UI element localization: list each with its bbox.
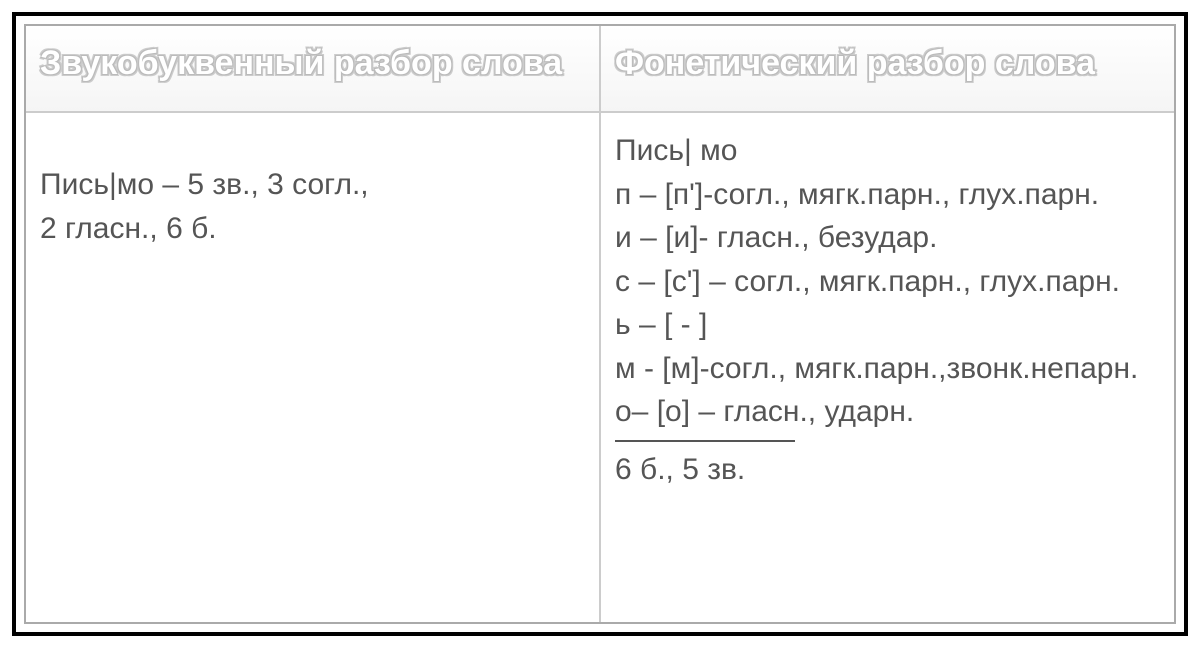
table-body-row: Пись|мо – 5 зв., 3 согл., 2 гласн., 6 б.… — [26, 113, 1174, 622]
header-left: Звукобуквенный разбор слова — [26, 26, 601, 111]
phonetic-line: п – [п']-согл., мягк.парн., глух.парн. — [615, 173, 1160, 217]
table-container: Звукобуквенный разбор слова Фонетический… — [24, 24, 1176, 624]
left-line-2: 2 гласн., 6 б. — [40, 207, 585, 251]
summary-line: 6 б., 5 зв. — [615, 448, 1160, 492]
phonetic-line: о– [о] – гласн., ударн. — [615, 390, 1160, 434]
table-header-row: Звукобуквенный разбор слова Фонетический… — [26, 26, 1174, 113]
outer-frame: Звукобуквенный разбор слова Фонетический… — [12, 12, 1188, 636]
word-syllables: Пись| мо — [615, 129, 1160, 173]
body-left: Пись|мо – 5 зв., 3 согл., 2 гласн., 6 б. — [26, 113, 601, 622]
phonetic-line: м - [м]-согл., мягк.парн.,звонк.непарн. — [615, 347, 1160, 391]
phonetic-line: с – [с'] – согл., мягк.парн., глух.парн. — [615, 260, 1160, 304]
body-right: Пись| мо п – [п']-согл., мягк.парн., глу… — [601, 113, 1174, 622]
header-right: Фонетический разбор слова — [601, 26, 1174, 111]
divider-line — [615, 440, 795, 442]
left-line-1: Пись|мо – 5 зв., 3 согл., — [40, 163, 585, 207]
phonetic-line: и – [и]- гласн., безудар. — [615, 216, 1160, 260]
phonetic-line: ь – [ - ] — [615, 303, 1160, 347]
